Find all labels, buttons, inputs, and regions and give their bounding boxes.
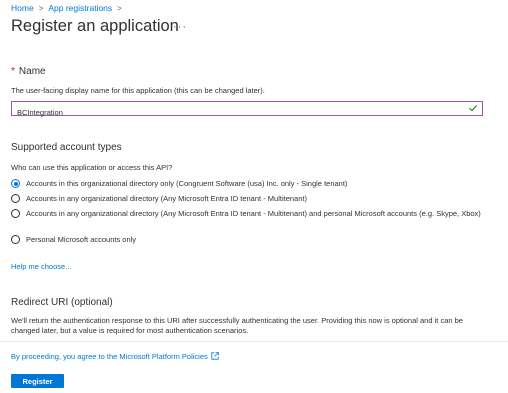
- register-button[interactable]: Register: [11, 374, 64, 388]
- redirect-uri-description: We'll return the authentication response…: [11, 316, 463, 335]
- breadcrumb-home-link[interactable]: Home: [11, 3, 34, 13]
- name-field-wrapper: [11, 101, 483, 119]
- radio-button[interactable]: [11, 209, 20, 218]
- chevron-right-icon: >: [117, 3, 122, 13]
- name-heading-label: Name: [18, 66, 46, 77]
- name-description: The user-facing display name for this ap…: [11, 86, 265, 95]
- radio-button[interactable]: [11, 194, 20, 203]
- redirect-uri-heading: Redirect URI (optional): [11, 297, 113, 308]
- account-type-option-label: Accounts in any organizational directory…: [26, 209, 481, 218]
- account-types-heading: Supported account types: [11, 142, 122, 153]
- platform-policies-link[interactable]: By proceeding, you agree to the Microsof…: [11, 352, 219, 361]
- account-type-option-multitenant-personal[interactable]: Accounts in any organizational directory…: [11, 209, 481, 219]
- account-types-question: Who can use this application or access t…: [11, 163, 173, 172]
- radio-button[interactable]: [11, 235, 20, 244]
- footer-divider: [0, 341, 508, 342]
- account-type-option-single-tenant[interactable]: Accounts in this organizational director…: [11, 179, 347, 189]
- radio-button-selected[interactable]: [11, 179, 20, 188]
- check-icon: [469, 105, 478, 112]
- required-marker: *: [11, 66, 15, 77]
- page-title: Register an application: [11, 17, 179, 35]
- account-type-option-personal-only[interactable]: Personal Microsoft accounts only: [11, 235, 136, 245]
- breadcrumb-app-registrations-link[interactable]: App registrations: [48, 3, 112, 13]
- platform-policies-link-label: By proceeding, you agree to the Microsof…: [11, 352, 208, 361]
- account-type-option-label: Personal Microsoft accounts only: [26, 235, 137, 244]
- help-me-choose-link[interactable]: Help me choose...: [11, 262, 71, 271]
- breadcrumb: Home > App registrations >: [11, 3, 127, 13]
- external-link-icon: [211, 352, 219, 360]
- account-type-option-label: Accounts in this organizational director…: [26, 179, 348, 188]
- account-type-option-multitenant[interactable]: Accounts in any organizational directory…: [11, 194, 307, 204]
- name-input[interactable]: [12, 106, 457, 119]
- chevron-right-icon: >: [38, 3, 44, 13]
- name-heading: * Name: [11, 66, 46, 77]
- account-type-option-label: Accounts in any organizational directory…: [26, 194, 307, 203]
- more-options-icon[interactable]: ···: [173, 21, 187, 33]
